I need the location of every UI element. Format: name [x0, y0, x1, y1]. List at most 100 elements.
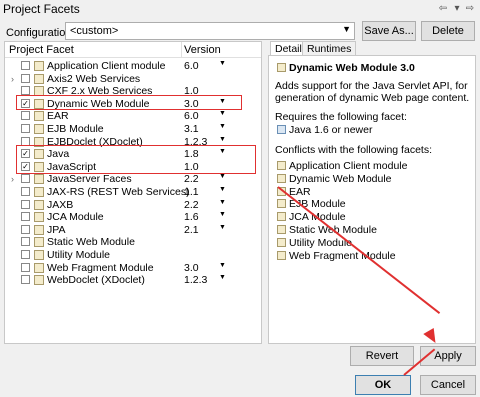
facet-checkbox[interactable] — [21, 174, 30, 184]
facet-row[interactable]: JAXB 2.2 ▼ — [5, 199, 261, 212]
conflict-item: Web Fragment Module — [289, 249, 396, 262]
facet-icon — [277, 173, 286, 183]
facet-version[interactable]: 3.0 — [184, 262, 199, 274]
requires-item: Java 1.6 or newer — [289, 124, 373, 136]
facet-icon — [277, 199, 286, 209]
facet-name: JCA Module — [47, 211, 104, 224]
facet-icon — [277, 212, 286, 222]
facet-checkbox[interactable] — [21, 61, 30, 70]
facet-checkbox[interactable] — [21, 86, 30, 96]
title-bar: Project Facets ⇦ ▾ ⇨ — [0, 0, 480, 18]
facet-name: EJB Module — [47, 123, 104, 135]
facet-checkbox[interactable] — [21, 224, 30, 234]
facet-version[interactable]: 1.2.3 — [184, 274, 207, 286]
facet-version[interactable]: 2.2 — [184, 173, 199, 185]
facet-icon — [277, 161, 286, 170]
requires-label: Requires the following facet: — [275, 111, 407, 123]
facet-version[interactable]: 6.0 — [184, 60, 199, 72]
facet-icon — [34, 212, 44, 223]
facet-version[interactable]: 2.2 — [184, 199, 199, 211]
facet-checkbox[interactable] — [21, 212, 30, 222]
revert-button[interactable]: Revert — [350, 346, 414, 366]
facet-icon — [34, 224, 44, 235]
delete-button[interactable]: Delete — [421, 21, 475, 41]
facet-row[interactable]: Static Web Module — [5, 236, 261, 249]
version-dropdown-icon[interactable]: ▼ — [219, 211, 226, 218]
forward-icon[interactable]: ⇨ — [463, 2, 477, 16]
forward-dropdown-icon[interactable]: ▾ — [450, 2, 464, 16]
facet-icon — [34, 111, 44, 122]
details-body: Dynamic Web Module 3.0 Adds support for … — [268, 55, 476, 344]
column-header-facet[interactable]: Project Facet — [9, 44, 74, 56]
version-dropdown-icon[interactable]: ▼ — [219, 274, 226, 281]
facet-version[interactable]: 3.1 — [184, 123, 199, 135]
cancel-button[interactable]: Cancel — [420, 375, 476, 395]
details-title: Dynamic Web Module 3.0 — [289, 62, 415, 74]
configuration-select[interactable]: <custom> ▼ — [65, 22, 355, 40]
ok-button[interactable]: OK — [355, 375, 411, 395]
tab-runtimes[interactable]: Runtimes — [302, 41, 357, 56]
facet-icon — [34, 124, 44, 134]
facet-row[interactable]: Web Fragment Module 3.0 ▼ — [5, 262, 261, 275]
conflict-item: Dynamic Web Module — [289, 172, 392, 185]
facet-icon — [34, 262, 44, 273]
version-dropdown-icon[interactable]: ▼ — [219, 186, 226, 193]
facet-table: Project Facet Version Application Client… — [4, 41, 262, 344]
facet-icon — [34, 199, 44, 210]
facet-checkbox[interactable] — [21, 250, 30, 259]
version-dropdown-icon[interactable]: ▼ — [219, 136, 226, 143]
back-icon[interactable]: ⇦ — [436, 2, 450, 16]
facet-row[interactable]: › JavaServer Faces 2.2 ▼ — [5, 173, 261, 186]
facet-version[interactable]: 6.0 — [184, 110, 199, 122]
version-dropdown-icon[interactable]: ▼ — [219, 110, 226, 117]
apply-button[interactable]: Apply — [420, 346, 476, 366]
version-dropdown-icon[interactable]: ▼ — [219, 224, 226, 231]
conflicts-label: Conflicts with the following facets: — [275, 144, 432, 156]
facet-icon — [34, 73, 44, 84]
version-dropdown-icon[interactable]: ▼ — [219, 199, 226, 206]
facet-checkbox[interactable] — [21, 124, 30, 133]
facet-checkbox[interactable] — [21, 199, 30, 209]
chevron-down-icon: ▼ — [342, 24, 351, 34]
facet-icon — [34, 237, 44, 248]
facet-checkbox[interactable] — [21, 111, 30, 121]
version-dropdown-icon[interactable]: ▼ — [219, 262, 226, 269]
facet-name: EAR — [47, 110, 69, 123]
facet-name: Static Web Module — [47, 236, 135, 249]
facet-name: Axis2 Web Services — [47, 72, 141, 85]
facet-icon — [277, 225, 286, 234]
expand-icon[interactable]: › — [11, 74, 14, 84]
facet-icon — [34, 187, 44, 197]
conflict-item: EAR — [289, 185, 311, 198]
facet-row[interactable]: JPA 2.1 ▼ — [5, 224, 261, 237]
facet-version[interactable]: 1.6 — [184, 211, 199, 223]
facet-checkbox[interactable] — [21, 187, 30, 196]
facet-row[interactable]: › Axis2 Web Services — [5, 73, 261, 86]
facet-name: JAXB — [47, 198, 74, 211]
version-dropdown-icon[interactable]: ▼ — [219, 123, 226, 130]
facet-table-header: Project Facet Version — [5, 42, 261, 58]
facet-checkbox[interactable] — [21, 262, 30, 272]
facet-row[interactable]: EJB Module 3.1 ▼ — [5, 123, 261, 136]
facet-checkbox[interactable] — [21, 73, 30, 83]
expand-icon[interactable]: › — [11, 174, 14, 184]
facet-icon — [277, 250, 286, 260]
facet-row[interactable]: Utility Module — [5, 249, 261, 262]
window-title: Project Facets — [3, 2, 80, 16]
version-dropdown-icon[interactable]: ▼ — [219, 173, 226, 180]
column-header-version[interactable]: Version — [184, 44, 221, 56]
facet-row[interactable]: Application Client module 6.0 ▼ — [5, 60, 261, 73]
facet-icon — [277, 237, 286, 247]
facet-checkbox[interactable] — [21, 237, 30, 247]
facet-row[interactable]: JAX-RS (REST Web Services) 1.1 ▼ — [5, 186, 261, 199]
facet-version[interactable]: 2.1 — [184, 224, 199, 236]
details-description: Adds support for the Java Servlet API, f… — [275, 80, 470, 104]
facet-version[interactable]: 1.1 — [184, 186, 199, 198]
version-dropdown-icon[interactable]: ▼ — [219, 60, 226, 67]
facet-row[interactable]: JCA Module 1.6 ▼ — [5, 211, 261, 224]
facet-row[interactable]: WebDoclet (XDoclet) 1.2.3 ▼ — [5, 274, 261, 287]
facet-icon — [277, 63, 286, 72]
save-as-button[interactable]: Save As... — [362, 21, 416, 41]
facet-row[interactable]: EAR 6.0 ▼ — [5, 110, 261, 123]
facet-checkbox[interactable] — [21, 275, 30, 285]
